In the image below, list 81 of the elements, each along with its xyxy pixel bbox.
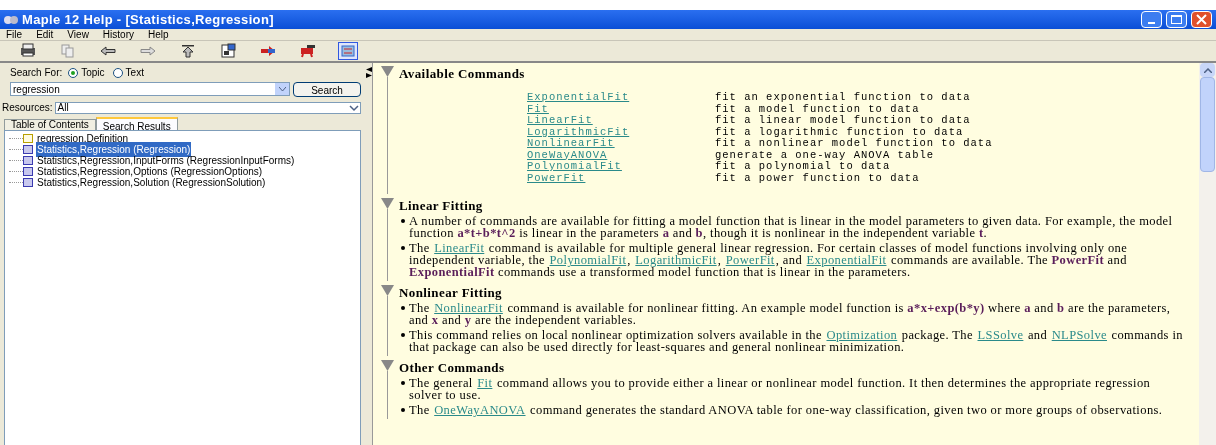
toolbar-button[interactable] <box>218 42 238 60</box>
bullet-icon <box>401 246 405 250</box>
link[interactable]: Fit <box>477 376 493 390</box>
radio-button[interactable]: Topic <box>68 65 105 80</box>
link[interactable]: PolynomialFit <box>549 253 627 267</box>
command-description: fit a linear model function to data <box>715 115 972 127</box>
scrollbar[interactable] <box>1199 63 1216 445</box>
resources-label: Resources: <box>2 101 53 115</box>
link[interactable]: LinearFit <box>434 241 485 255</box>
section-heading: Other Commands <box>399 360 506 375</box>
collapse-left-icon[interactable] <box>365 67 372 72</box>
expand-right-icon[interactable] <box>365 73 372 78</box>
paragraph: The NonlinearFit command is available for nonlinear fitting. An example model function is a*x+exp(b*y) where a and b are the parameters, and x and y are the independent variables. <box>409 302 1172 326</box>
command-link[interactable]: OneWayANOVA <box>527 149 608 161</box>
close-icon <box>1196 14 1207 25</box>
bullet-icon <box>401 333 405 337</box>
section-heading: Nonlinear Fitting <box>399 285 503 300</box>
command-description: generate a one-way ANOVA table <box>715 149 936 161</box>
menu-item[interactable]: History <box>102 27 134 42</box>
close-button[interactable] <box>1191 11 1212 28</box>
result-item[interactable]: Statistics,Regression (Regression) <box>36 142 192 157</box>
command-link[interactable]: NonlinearFit <box>527 138 615 150</box>
command-link[interactable]: PowerFit <box>527 172 586 184</box>
window-title: Maple 12 Help - [Statistics,Regression] <box>22 10 274 29</box>
section-heading: Available Commands <box>399 66 526 81</box>
paragraph: A number of commands are available for fitting a model function that is linear in the model parameters to given data. For example, the model function a*t+b*t^2 is linear in the parameters a and b, though it is nonlinear in the independent variable t. <box>409 215 1174 239</box>
command-description: fit a power function to data <box>715 172 921 184</box>
menu-item[interactable]: Edit <box>36 27 54 42</box>
section-heading: Linear Fitting <box>399 198 484 213</box>
command-link[interactable]: Fit <box>527 103 549 115</box>
definition-icon <box>23 134 33 143</box>
link[interactable]: NonlinearFit <box>434 301 503 315</box>
menu-item[interactable]: View <box>67 27 89 42</box>
menu-item[interactable]: File <box>6 27 23 42</box>
search-button[interactable]: Search <box>293 82 361 97</box>
scroll-up-button[interactable] <box>1200 63 1215 77</box>
command-link[interactable]: LogarithmicFit <box>527 126 630 138</box>
link[interactable]: Optimization <box>826 328 898 342</box>
paragraph: The general Fit command allows you to provide either a linear or nonlinear model function. It then determines the appropriate regression solver to use. <box>409 377 1152 401</box>
minimize-button[interactable] <box>1141 11 1162 28</box>
sync-icon <box>339 42 357 60</box>
copy-icon <box>59 42 77 60</box>
toolbar-button[interactable] <box>298 42 318 60</box>
command-link[interactable]: LinearFit <box>527 115 593 127</box>
maximize-button[interactable] <box>1166 11 1187 28</box>
bookmark-remove-icon <box>299 42 317 60</box>
collapse-triangle-icon[interactable] <box>380 198 394 209</box>
bullet-icon <box>401 219 405 223</box>
paragraph: This command relies on local nonlinear optimization solvers available in the Optimization package. The LSSolve and NLPSolve commands in that package can also be used directly for least-squares and general nonlinear minimization. <box>409 329 1184 353</box>
bullet-icon <box>401 306 405 310</box>
printer-icon <box>19 42 37 60</box>
up-arrow-icon <box>179 42 197 60</box>
app-icon <box>4 13 18 26</box>
paragraph: The LinearFit command is available for multiple general linear regression. For certain classes of model functions involving only one independent variable, the PolynomialFit, LogarithmicFit, PowerFit, and ExponentialFit commands are available. The PowerFit and ExponentialFit commands use a transformed model function that is linear in the parameters. <box>409 242 1129 278</box>
command-description: fit a nonlinear model function to data <box>715 138 994 150</box>
collapse-triangle-icon[interactable] <box>380 66 394 77</box>
collapse-triangle-icon[interactable] <box>380 360 394 371</box>
link[interactable]: PowerFit <box>725 253 775 267</box>
radio-button[interactable]: Text <box>112 65 144 80</box>
command-link[interactable]: ExponentialFit <box>527 92 630 104</box>
book-icon <box>219 42 237 60</box>
scroll-thumb[interactable] <box>1200 77 1215 172</box>
command-link[interactable]: PolynomialFit <box>527 161 622 173</box>
resources-dropdown[interactable]: All <box>54 101 361 114</box>
command-description: fit a polynomial to data <box>715 161 892 173</box>
search-label: Search For: <box>10 66 63 80</box>
command-description: fit a logarithmic function to data <box>715 126 965 138</box>
tab[interactable]: Search Results <box>95 117 178 130</box>
menu-item[interactable]: Help <box>148 27 169 42</box>
bullet-icon <box>401 381 405 385</box>
link[interactable]: NLPSolve <box>1051 328 1107 342</box>
paragraph: The OneWayANOVA command generates the standard ANOVA table for one-way classification, given two or more groups of observations. <box>409 404 1163 416</box>
bullet-icon <box>401 408 405 412</box>
collapse-triangle-icon[interactable] <box>380 285 394 296</box>
toolbar-button[interactable] <box>18 42 38 60</box>
command-description: fit a model function to data <box>715 103 921 115</box>
link[interactable]: LogarithmicFit <box>635 253 717 267</box>
link[interactable]: LSSolve <box>977 328 1024 342</box>
link[interactable]: ExponentialFit <box>806 253 887 267</box>
link[interactable]: OneWayANOVA <box>434 403 526 417</box>
command-description: fit an exponential function to data <box>715 92 972 104</box>
